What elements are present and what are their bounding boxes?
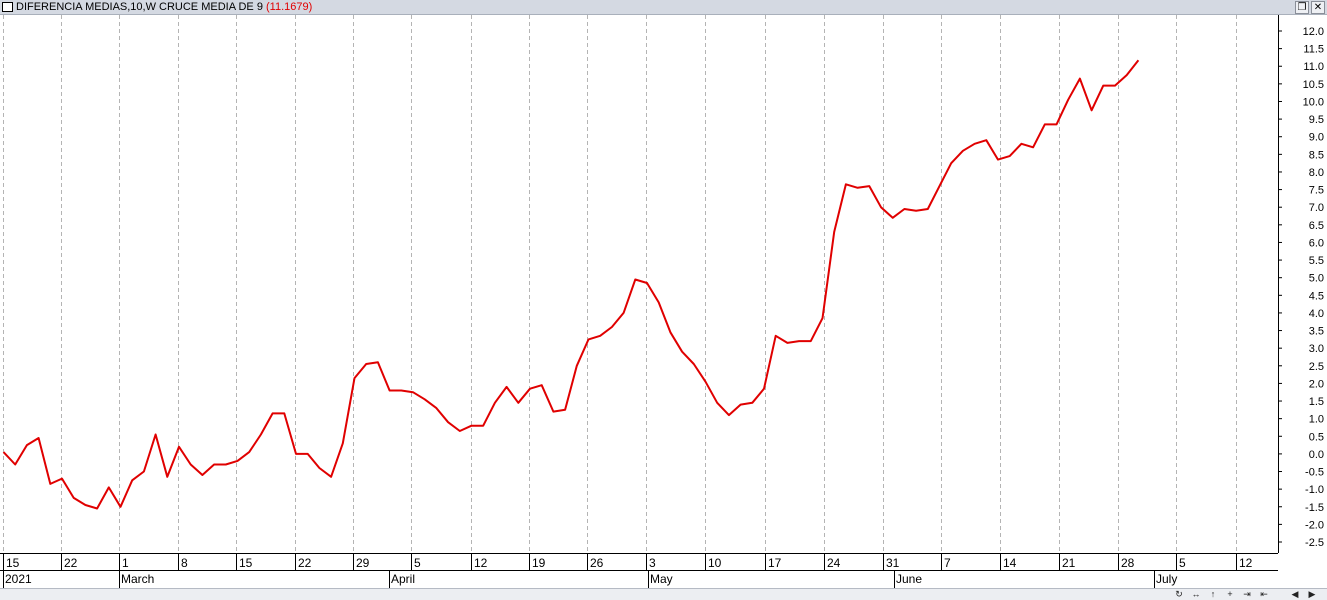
y-tick-label: 11.0 [1303,61,1324,73]
x-tick-label: 21 [1062,556,1076,570]
crosshair-icon[interactable]: + [1224,589,1236,600]
x-tick-label: 10 [708,556,722,570]
scroll-left-icon[interactable]: ◀ [1289,589,1301,600]
y-tick-label: 7.0 [1309,202,1324,214]
month-label: April [391,572,415,586]
y-tick-label: 10.0 [1303,96,1324,108]
pan-icon[interactable]: ↔ [1190,589,1202,600]
x-tick-label: 17 [768,556,782,570]
scroll-bar[interactable]: ↻ ↔ ↑ + ⇥ ⇤ ◀ ▶ [0,588,1327,600]
y-tick-label: 1.5 [1309,396,1324,408]
x-tick-label: 15 [239,556,253,570]
x-tick-label: 22 [298,556,312,570]
x-tick-label: 26 [590,556,604,570]
y-tick-label: 2.5 [1309,361,1324,373]
x-tick-label: 7 [944,556,951,570]
y-tick-label: 4.5 [1309,290,1324,302]
y-tick-label: 10.5 [1303,79,1324,91]
month-label: 2021 [5,572,32,586]
cursor-icon[interactable]: ↑ [1207,589,1219,600]
x-tick-label: 15 [6,556,20,570]
y-tick-label: -0.5 [1305,467,1324,479]
y-tick-label: 4.0 [1309,308,1324,320]
y-tick-label: 12.0 [1303,26,1324,38]
y-tick-label: 8.0 [1309,167,1324,179]
y-tick-label: -2.5 [1305,537,1324,549]
y-tick-label: 8.5 [1309,149,1324,161]
month-label: May [650,572,673,586]
y-tick-label: -1.0 [1305,484,1324,496]
x-tick-label: 8 [181,556,188,570]
x-tick-label: 22 [64,556,78,570]
x-tick-label: 5 [1179,556,1186,570]
y-tick-label: 9.5 [1309,114,1324,126]
x-tick-label: 31 [886,556,900,570]
scroll-end-icon[interactable]: ⇥ [1241,589,1253,600]
y-tick-label: 6.5 [1309,220,1324,232]
y-tick-label: 5.0 [1309,273,1324,285]
scroll-right-icon[interactable]: ▶ [1306,589,1318,600]
x-axis: 15 22 1 8 15 22 29 5 12 19 26 3 10 17 24 31 7 14 21 28 5 12 20… [0,553,1278,588]
y-tick-label: 0.0 [1309,449,1324,461]
month-label: March [121,572,154,586]
y-tick-label: 7.5 [1309,185,1324,197]
x-tick-label: 29 [356,556,370,570]
y-tick-label: 3.0 [1309,343,1324,355]
x-tick-label: 1 [122,556,129,570]
x-tick-label: 19 [532,556,546,570]
y-tick-label: 0.5 [1309,431,1324,443]
y-tick-label: 3.5 [1309,326,1324,338]
series-line [2,59,1140,510]
month-label: June [896,572,922,586]
x-tick-label: 12 [474,556,488,570]
grid-lines [3,15,1237,553]
y-tick-label: 5.5 [1309,255,1324,267]
y-tick-label: -1.5 [1305,502,1324,514]
series-layer [2,59,1140,510]
chart-area: 12.011.511.010.510.09.59.08.58.07.57.06.… [0,15,1324,588]
y-tick-label: -2.0 [1305,519,1324,531]
x-tick-label: 24 [827,556,841,570]
y-tick-label: 1.0 [1309,414,1324,426]
x-tick-label: 14 [1003,556,1017,570]
y-tick-label: 6.0 [1309,237,1324,249]
y-tick-label: 9.0 [1309,132,1324,144]
scroll-home-icon[interactable]: ⇤ [1258,589,1270,600]
month-label: July [1156,572,1177,586]
x-tick-label: 5 [414,556,421,570]
y-tick-label: 11.5 [1303,44,1324,56]
x-tick-label: 28 [1121,556,1135,570]
y-axis: 12.0 11.5 11.0 10.5 10.0 9.5 9.0 8.5 8.0 7.5 7.0 6.… [1278,15,1324,553]
x-tick-label: 3 [649,556,656,570]
x-tick-label: 12 [1239,556,1253,570]
y-tick-label: 2.0 [1309,378,1324,390]
zoom-in-icon[interactable]: ↻ [1173,589,1185,600]
